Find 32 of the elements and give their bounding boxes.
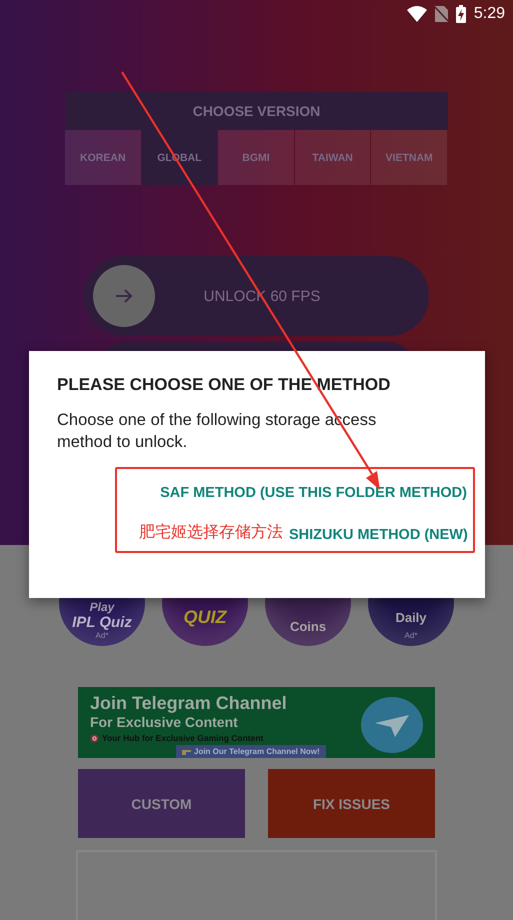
dialog-button[interactable]: SHIZUKU METHOD (NEW) <box>289 527 468 543</box>
action-button[interactable]: FIX ISSUES <box>268 769 435 838</box>
banner-title: Join Telegram Channel <box>90 693 287 714</box>
wifi-icon <box>406 6 427 22</box>
paper-plane-icon <box>361 697 423 753</box>
promo-text: Daily <box>395 610 427 625</box>
cta-text: Join Our Telegram Channel Now! <box>194 747 320 756</box>
version-header: CHOOSE VERSION <box>65 92 448 130</box>
annotation-note: 肥宅姬选择存储方法 <box>139 522 283 543</box>
promo-text: Ad* <box>404 631 418 640</box>
arrow-right-icon <box>115 288 133 304</box>
promo-text: Play <box>90 600 114 614</box>
banner-subtitle: For Exclusive Content <box>90 714 238 730</box>
no-sim-icon <box>434 6 448 22</box>
telegram-banner[interactable]: Join Telegram Channel For Exclusive Content Your Hub for Exclusive Gaming Content Join Our Telegram Channel Now! <box>78 687 435 758</box>
dialog-title: PLEASE CHOOSE ONE OF THE METHOD <box>57 375 392 395</box>
pointing-hand-icon <box>182 748 191 755</box>
battery-charging-icon <box>456 5 466 23</box>
version-tab[interactable]: TAIWAN <box>294 130 370 185</box>
version-tab[interactable]: KOREAN <box>65 130 141 185</box>
version-tab[interactable]: BGMI <box>218 130 294 185</box>
slider-thumb[interactable] <box>93 265 155 327</box>
target-icon <box>90 734 99 742</box>
action-button[interactable]: CUSTOM <box>78 769 245 838</box>
promo-text: IPL Quiz <box>72 614 132 631</box>
promo-text: QUIZ <box>184 607 226 628</box>
promo-text: Coins <box>290 619 326 634</box>
version-tab[interactable]: VIETNAM <box>371 130 447 185</box>
banner-tagline: Your Hub for Exclusive Gaming Content <box>102 733 264 743</box>
promo-text: Ad* <box>96 631 108 640</box>
clock-time: 5:29 <box>474 5 505 23</box>
dialog-button[interactable]: SAF METHOD (USE THIS FOLDER METHOD) <box>160 485 467 501</box>
